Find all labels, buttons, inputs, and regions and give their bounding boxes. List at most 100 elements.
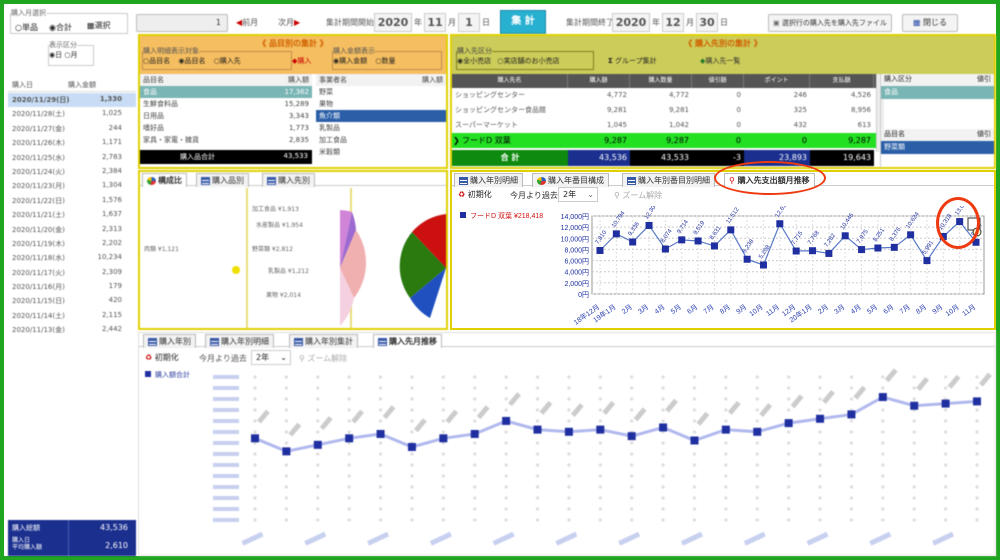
- side-row-food[interactable]: 食品: [881, 86, 994, 99]
- tab-bottom-yearly-detail[interactable]: 購入年別明細: [205, 334, 274, 348]
- grid-dot: [755, 474, 759, 478]
- radio-item[interactable]: ○品目名: [143, 57, 170, 65]
- radio-single[interactable]: ○単品: [15, 22, 38, 33]
- radio-total[interactable]: ◉合計: [49, 22, 72, 33]
- calendar-button[interactable]: ▦選択: [87, 20, 111, 31]
- daily-row[interactable]: 2020/11/18(水) 10,234: [8, 251, 136, 265]
- total-line-chart[interactable]: 購入額合計: [139, 367, 995, 555]
- x-tick-label: 9月: [735, 303, 749, 316]
- start-day-field[interactable]: 1: [458, 13, 480, 32]
- tab-yearly-detail[interactable]: 購入年別明細: [454, 173, 523, 187]
- tab-by-item[interactable]: 購入品別: [196, 173, 249, 187]
- grid-dot: [598, 441, 602, 445]
- end-day-field[interactable]: 30: [696, 13, 718, 32]
- daily-row[interactable]: 2020/11/29(日) 1,330: [8, 93, 136, 108]
- grid-dot: [253, 452, 257, 456]
- aggregate-button[interactable]: 集 計: [500, 10, 546, 34]
- vendor-row[interactable]: ショッピングセンター食品館 9,281 9,281 0 325 8,956: [452, 103, 876, 118]
- subitem-row[interactable]: 野菜: [316, 86, 446, 98]
- period-field[interactable]: 1: [136, 14, 228, 32]
- radio-physical-stores[interactable]: ○実店舗のお小売店: [497, 57, 559, 65]
- tab-yearly-composition[interactable]: 購入年番目構成: [532, 173, 609, 187]
- daily-row[interactable]: 2020/11/21(土) 1,637: [8, 208, 136, 222]
- daily-row[interactable]: 2020/11/20(金) 2,313: [8, 223, 136, 237]
- start-month-field[interactable]: 11: [424, 13, 446, 32]
- daily-row[interactable]: 2020/11/19(木) 2,202: [8, 237, 136, 251]
- zoom-reset-button[interactable]: ⚲ ズーム解除: [614, 190, 662, 201]
- item-row[interactable]: 生鮮食料品 15,289: [140, 98, 312, 110]
- prev-month-button[interactable]: ◀前月: [236, 17, 258, 28]
- vendor-row[interactable]: スーパーマーケット 1,045 1,042 0 432 613: [452, 118, 876, 133]
- grid-dot: [724, 507, 728, 511]
- daily-row[interactable]: 2020/11/13(金) 2,442: [8, 323, 136, 337]
- period-select[interactable]: 2年 ⌄: [558, 187, 598, 202]
- subitem-row[interactable]: 乳製品: [316, 122, 446, 134]
- grid-dot: [598, 518, 602, 522]
- item-row[interactable]: 嗜好品 1,773: [140, 122, 312, 134]
- vendor-cell-qty: 9,287: [666, 136, 689, 145]
- end-year-field[interactable]: 2020: [612, 13, 650, 32]
- side-row-vegetables[interactable]: 野菜類: [881, 141, 994, 154]
- subitem-row[interactable]: 加工食品: [316, 134, 446, 146]
- item-row[interactable]: 家具・家電・雑貨 2,835: [140, 134, 312, 146]
- reset-button[interactable]: ♻ 初期化: [458, 189, 492, 200]
- bottom-zoom-button[interactable]: ⚲ ズーム解除: [299, 353, 347, 364]
- end-month-field[interactable]: 12: [662, 13, 684, 32]
- tab-bottom-yearly[interactable]: 購入年別: [143, 334, 196, 348]
- grid-dot: [944, 507, 948, 511]
- radio-vendor[interactable]: ○購入先: [214, 57, 241, 65]
- daily-row[interactable]: 2020/11/14(土) 2,115: [8, 309, 136, 323]
- radio-amount[interactable]: ◉購入金額: [333, 57, 367, 65]
- grid-dot: [724, 419, 728, 423]
- x-tick-placeholder: [932, 531, 955, 546]
- daily-row[interactable]: 2020/11/27(金) 244: [8, 122, 136, 136]
- radio-qty[interactable]: ○数量: [375, 57, 395, 65]
- tab-bottom-monthly[interactable]: 購入先月推移: [373, 334, 442, 348]
- daily-row[interactable]: 2020/11/26(木) 1,171: [8, 136, 136, 150]
- subitem-col-name: 事業者名: [319, 76, 347, 84]
- radio-month[interactable]: ○月: [64, 51, 77, 59]
- tab-bottom-yearly-agg[interactable]: 購入年別集計: [289, 334, 358, 348]
- tab-yearly-item-detail[interactable]: 購入年別番目別明細: [622, 173, 715, 187]
- subitem-row[interactable]: 米穀類: [316, 146, 446, 158]
- vendor-line-chart[interactable]: 0円 2,000円 4,000円 6,000円 8,000円 10,000円 12,000円…: [452, 206, 994, 330]
- group-aggregate-button[interactable]: Σ グループ集計: [608, 56, 657, 66]
- radio-day[interactable]: ◉日: [49, 51, 62, 59]
- vendor-row[interactable]: ショッピングセンター 4,772 4,772 0 246 4,526: [452, 88, 876, 103]
- purchase-item-toggle[interactable]: ◆購入: [292, 56, 311, 66]
- grid-dot: [912, 474, 916, 478]
- item-row[interactable]: 日用品 3,343: [140, 110, 312, 122]
- vendor-list-button[interactable]: ◆購入先一覧: [700, 56, 740, 66]
- x-tick-label: 9月: [931, 303, 945, 316]
- vendor-row[interactable]: フードD 双葉 9,287 9,287 0 0 9,287 ❯: [452, 133, 876, 148]
- daily-row[interactable]: 2020/11/15(日) 420: [8, 294, 136, 308]
- close-button[interactable]: ▦ 閉じる: [902, 14, 958, 32]
- radio-all-stores[interactable]: ◉全小売店: [457, 57, 491, 65]
- daily-row[interactable]: 2020/11/28(土) 1,025: [8, 107, 136, 121]
- subitem-row[interactable]: 果物: [316, 98, 446, 110]
- item-name: 嗜好品: [143, 124, 164, 132]
- export-button[interactable]: ▣ 選択行の購入先を購入先ファイル出力: [768, 14, 892, 43]
- daily-row[interactable]: 2020/11/25(水) 2,783: [8, 151, 136, 165]
- grid-dot: [504, 397, 508, 401]
- daily-row[interactable]: 2020/11/24(火) 2,384: [8, 165, 136, 179]
- daily-row[interactable]: 2020/11/22(日) 1,576: [8, 194, 136, 208]
- radio-item-2[interactable]: ◉品目名: [178, 57, 205, 65]
- next-month-button[interactable]: 次月▶: [278, 17, 300, 28]
- grid-dot: [944, 430, 948, 434]
- daily-row[interactable]: 2020/11/16(月) 179: [8, 280, 136, 294]
- data-point: [809, 247, 817, 255]
- tab-composition[interactable]: 構成比: [142, 173, 187, 187]
- daily-row[interactable]: 2020/11/17(火) 2,309: [8, 266, 136, 280]
- daily-row[interactable]: 2020/11/23(月) 1,304: [8, 179, 136, 193]
- bottom-period-select[interactable]: 2年 ⌄: [251, 350, 291, 365]
- bottom-reset-button[interactable]: ♻ 初期化: [145, 352, 179, 363]
- tab-by-vendor[interactable]: 購入先別: [262, 173, 315, 187]
- grid-dot: [912, 452, 916, 456]
- data-label-placeholder: [665, 398, 678, 413]
- start-year-field[interactable]: 2020: [374, 13, 412, 32]
- grid-dot: [504, 375, 508, 379]
- item-row[interactable]: 食品 17,362: [140, 86, 312, 98]
- subitem-row[interactable]: 魚介類: [316, 110, 446, 122]
- grid-dot: [441, 419, 445, 423]
